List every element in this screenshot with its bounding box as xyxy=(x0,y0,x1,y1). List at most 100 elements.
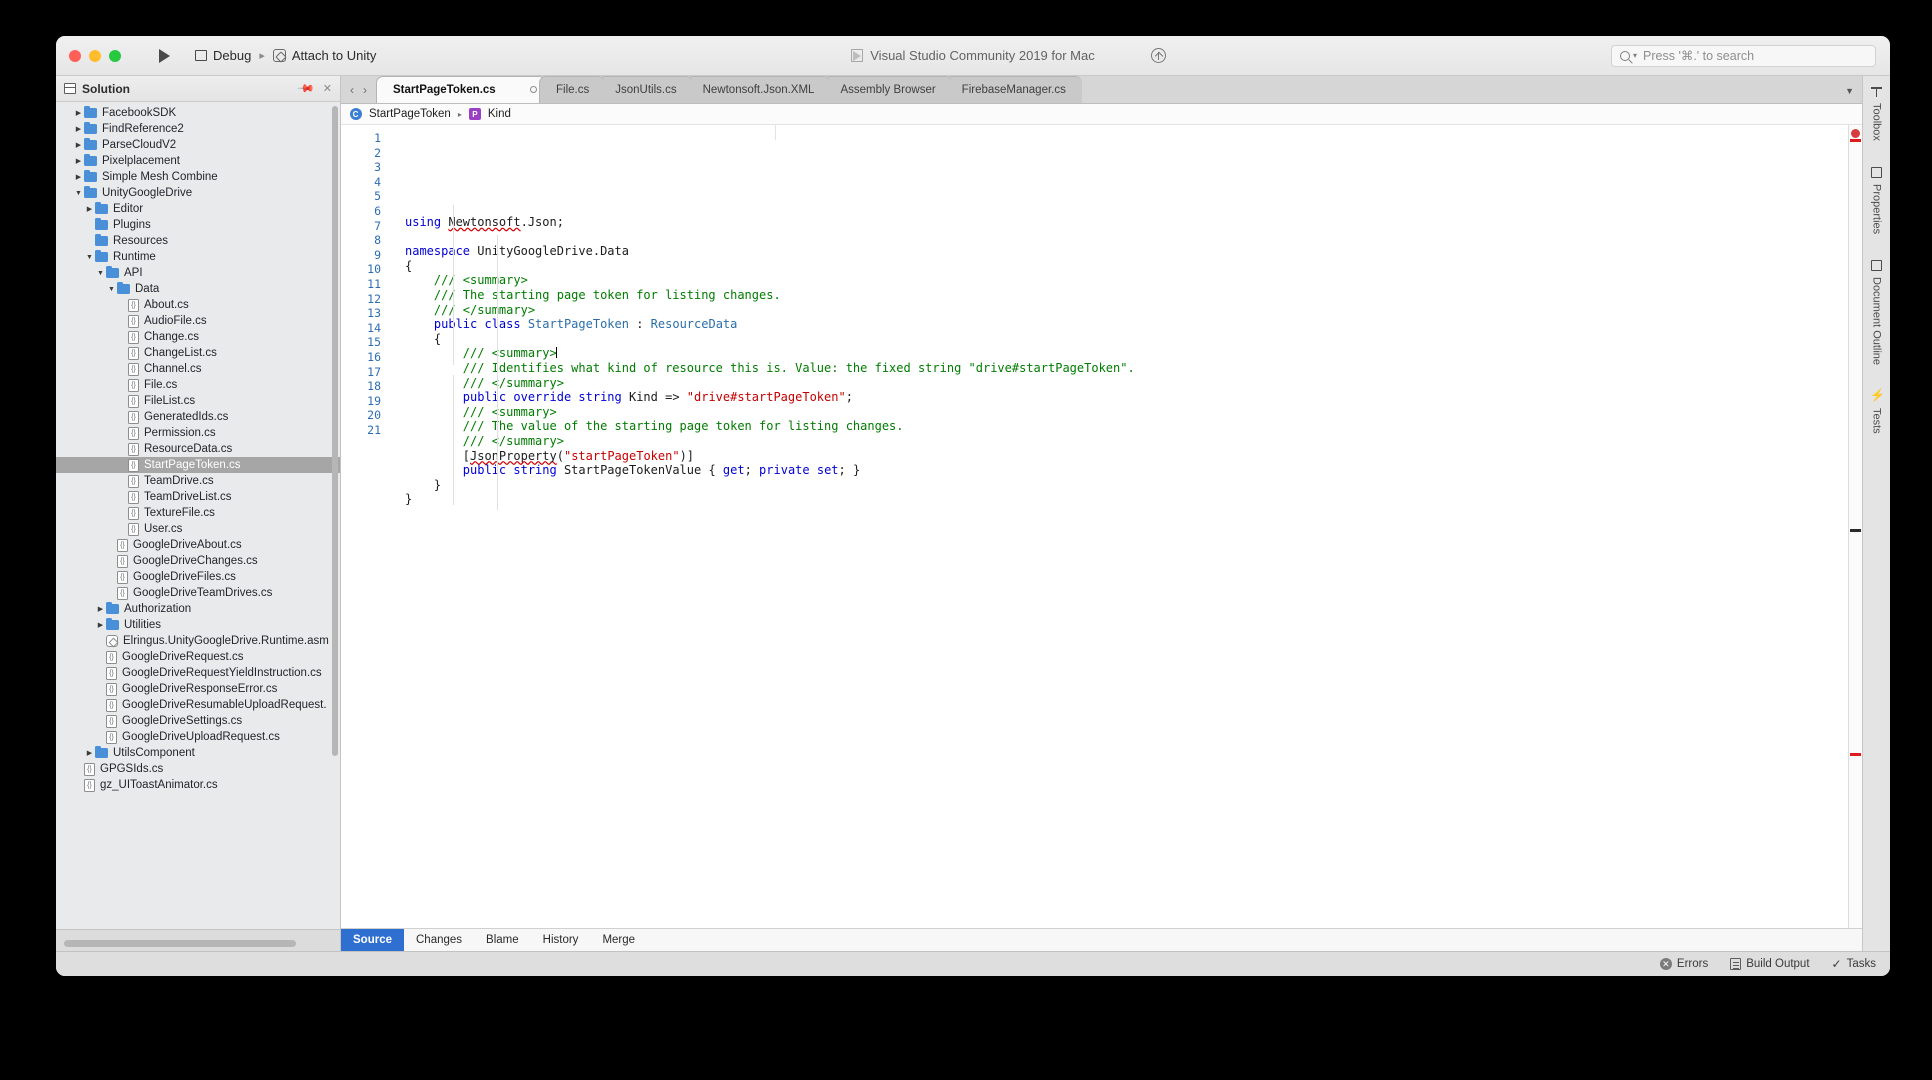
status-errors[interactable]: ✕ Errors xyxy=(1659,958,1708,970)
notification-center-button[interactable] xyxy=(1151,48,1166,63)
chevron-down-icon[interactable]: ▼ xyxy=(73,190,84,197)
tree-item-googledrivesettings-cs[interactable]: {} GoogleDriveSettings.cs xyxy=(56,713,340,729)
tree-item-facebooksdk[interactable]: ▶ FacebookSDK xyxy=(56,105,340,121)
editor-tab-firebasemanager-cs[interactable]: FirebaseManager.cs xyxy=(944,76,1082,103)
tree-item-teamdrive-cs[interactable]: {} TeamDrive.cs xyxy=(56,473,340,489)
tree-item-googledriverequest-cs[interactable]: {} GoogleDriveRequest.cs xyxy=(56,649,340,665)
chevron-down-icon[interactable]: ▼ xyxy=(84,254,95,261)
tree-item-channel-cs[interactable]: {} Channel.cs xyxy=(56,361,340,377)
editor-tab-file-cs[interactable]: File.cs xyxy=(539,76,606,103)
tree-item-pixelplacement[interactable]: ▶ Pixelplacement xyxy=(56,153,340,169)
chevron-right-icon[interactable]: ▶ xyxy=(73,125,84,133)
chevron-right-icon[interactable]: ▶ xyxy=(84,205,95,213)
tree-item-runtime[interactable]: ▼ Runtime xyxy=(56,249,340,265)
chevron-right-icon[interactable]: ▶ xyxy=(73,157,84,165)
tree-item-utilities[interactable]: ▶ Utilities xyxy=(56,617,340,633)
previous-tab-icon[interactable]: ‹ xyxy=(350,83,354,97)
tree-item-api[interactable]: ▼ API xyxy=(56,265,340,281)
tree-item-file-cs[interactable]: {} File.cs xyxy=(56,377,340,393)
tree-item-teamdrivelist-cs[interactable]: {} TeamDriveList.cs xyxy=(56,489,340,505)
tree-item-parsecloudv2[interactable]: ▶ ParseCloudV2 xyxy=(56,137,340,153)
code-editor[interactable]: 1 2 3 4 5 6 7 8 9 10 11 12 13 14 15 16 17 18 19 20 21 using … xyxy=(341,125,1862,928)
minimize-window-button[interactable] xyxy=(89,49,101,62)
unsaved-changes-icon[interactable] xyxy=(508,86,537,94)
chevron-right-icon[interactable]: ▶ xyxy=(84,749,95,757)
editor-tab-newtonsoft-json-xml[interactable]: Newtonsoft.Json.XML xyxy=(685,76,831,103)
close-icon[interactable]: ✕ xyxy=(323,82,332,95)
error-marker[interactable] xyxy=(1850,139,1861,142)
source-tab-source[interactable]: Source xyxy=(341,929,404,951)
tree-item-changelist-cs[interactable]: {} ChangeList.cs xyxy=(56,345,340,361)
tree-item-about-cs[interactable]: {} About.cs xyxy=(56,297,340,313)
error-marker[interactable] xyxy=(1850,753,1861,756)
tree-item-authorization[interactable]: ▶ Authorization xyxy=(56,601,340,617)
tree-item-plugins[interactable]: Plugins xyxy=(56,217,340,233)
right-pad-tests[interactable]: Tests xyxy=(1870,388,1885,434)
status-build-output[interactable]: Build Output xyxy=(1730,958,1810,970)
chevron-right-icon[interactable]: ▶ xyxy=(73,141,84,149)
source-tab-blame[interactable]: Blame xyxy=(474,929,531,951)
tree-item-startpagetoken-cs[interactable]: {} StartPageToken.cs xyxy=(56,457,340,473)
tree-item-gpgsids-cs[interactable]: {} GPGSIds.cs xyxy=(56,761,340,777)
source-tab-history[interactable]: History xyxy=(531,929,591,951)
tree-item-googledrivechanges-cs[interactable]: {} GoogleDriveChanges.cs xyxy=(56,553,340,569)
tree-item-resourcedata-cs[interactable]: {} ResourceData.cs xyxy=(56,441,340,457)
tree-item-filelist-cs[interactable]: {} FileList.cs xyxy=(56,393,340,409)
right-pad-toolbox[interactable]: Toolbox xyxy=(1871,86,1883,141)
tree-item-elringus-unitygoogledrive-runtime-asm[interactable]: Elringus.UnityGoogleDrive.Runtime.asm xyxy=(56,633,340,649)
tree-item-googledriveresumableuploadrequest[interactable]: {} GoogleDriveResumableUploadRequest. xyxy=(56,697,340,713)
tree-item-user-cs[interactable]: {} User.cs xyxy=(56,521,340,537)
error-marker-dot[interactable] xyxy=(1851,129,1860,138)
source-tab-changes[interactable]: Changes xyxy=(404,929,474,951)
solution-tree[interactable]: ▶ FacebookSDK ▶ FindReference2 ▶ ParseCloudV2… xyxy=(56,102,340,929)
pin-icon[interactable]: 📌 xyxy=(296,79,315,98)
tree-item-googledriveabout-cs[interactable]: {} GoogleDriveAbout.cs xyxy=(56,537,340,553)
run-configuration-selector[interactable]: Debug ▸ Attach to Unity xyxy=(195,48,376,63)
next-tab-icon[interactable]: › xyxy=(363,83,367,97)
chevron-right-icon[interactable]: ▶ xyxy=(95,605,106,613)
maximize-window-button[interactable] xyxy=(109,49,121,62)
search-input[interactable]: ▾ Press '⌘.' to search xyxy=(1611,44,1876,67)
tree-item-googledriveteamdrives-cs[interactable]: {} GoogleDriveTeamDrives.cs xyxy=(56,585,340,601)
tree-item-findreference2[interactable]: ▶ FindReference2 xyxy=(56,121,340,137)
close-window-button[interactable] xyxy=(69,49,81,62)
tree-item-resources[interactable]: Resources xyxy=(56,233,340,249)
source-tab-merge[interactable]: Merge xyxy=(590,929,647,951)
right-pad-properties[interactable]: Properties xyxy=(1871,166,1883,234)
editor-tab-assembly-browser[interactable]: Assembly Browser xyxy=(823,76,952,103)
tree-item-gz-uitoastanimator-cs[interactable]: {} gz_UIToastAnimator.cs xyxy=(56,777,340,793)
run-button[interactable] xyxy=(151,44,177,68)
tree-item-change-cs[interactable]: {} Change.cs xyxy=(56,329,340,345)
tree-item-unitygoogledrive[interactable]: ▼ UnityGoogleDrive xyxy=(56,185,340,201)
breadcrumb-item-class[interactable]: StartPageToken xyxy=(369,108,451,120)
tree-item-simple-mesh-combine[interactable]: ▶ Simple Mesh Combine xyxy=(56,169,340,185)
sidebar-vertical-scrollbar[interactable] xyxy=(332,106,338,756)
chevron-right-icon[interactable]: ▶ xyxy=(73,173,84,181)
tree-item-googledriverequestyieldinstruction-cs[interactable]: {} GoogleDriveRequestYieldInstruction.cs xyxy=(56,665,340,681)
editor-marker-bar[interactable] xyxy=(1848,125,1862,928)
status-tasks[interactable]: ✓ Tasks xyxy=(1832,957,1876,971)
tree-item-utilscomponent[interactable]: ▶ UtilsComponent xyxy=(56,745,340,761)
tree-item-texturefile-cs[interactable]: {} TextureFile.cs xyxy=(56,505,340,521)
tree-item-googledriveresponseerror-cs[interactable]: {} GoogleDriveResponseError.cs xyxy=(56,681,340,697)
chevron-right-icon[interactable]: ▶ xyxy=(95,621,106,629)
tree-item-audiofile-cs[interactable]: {} AudioFile.cs xyxy=(56,313,340,329)
chevron-right-icon[interactable]: ▶ xyxy=(73,109,84,117)
tree-item-generatedids-cs[interactable]: {} GeneratedIds.cs xyxy=(56,409,340,425)
tree-item-permission-cs[interactable]: {} Permission.cs xyxy=(56,425,340,441)
editor-tab-label: FirebaseManager.cs xyxy=(961,84,1066,96)
tab-overflow-chevron-icon[interactable]: ▼ xyxy=(1845,86,1854,96)
tree-item-data[interactable]: ▼ Data xyxy=(56,281,340,297)
right-pad-document-outline[interactable]: Document Outline xyxy=(1871,260,1883,365)
chevron-down-icon[interactable]: ▼ xyxy=(106,286,117,293)
code-text[interactable]: using Newtonsoft.Json; namespace UnityGo… xyxy=(387,125,1848,928)
tree-item-googledriveuploadrequest-cs[interactable]: {} GoogleDriveUploadRequest.cs xyxy=(56,729,340,745)
tree-item-googledrivefiles-cs[interactable]: {} GoogleDriveFiles.cs xyxy=(56,569,340,585)
editor-tab-startpagetoken-cs[interactable]: StartPageToken.cs xyxy=(376,76,546,103)
editor-tab-jsonutils-cs[interactable]: JsonUtils.cs xyxy=(598,76,693,103)
sidebar-horizontal-scrollbar[interactable] xyxy=(64,940,296,947)
chevron-down-icon[interactable]: ▼ xyxy=(95,270,106,277)
breadcrumb-item-member[interactable]: Kind xyxy=(488,108,511,120)
tree-item-editor[interactable]: ▶ Editor xyxy=(56,201,340,217)
